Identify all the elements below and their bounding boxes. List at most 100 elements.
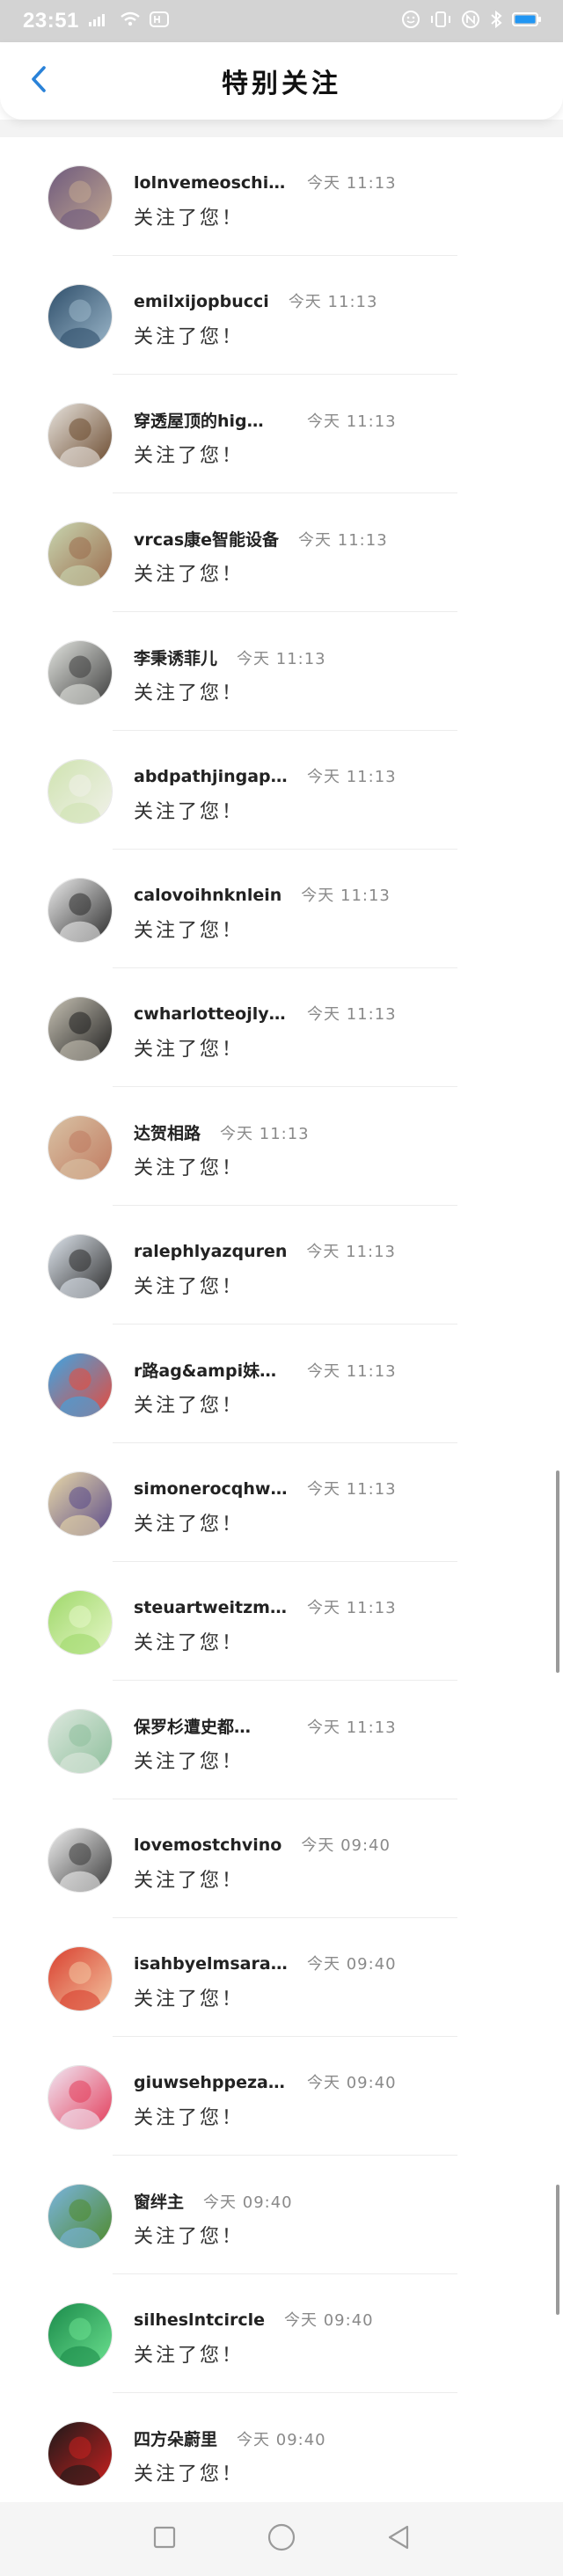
list-item[interactable]: 四方朵蔚里 今天 09:40 关注了您！: [0, 2393, 563, 2512]
timestamp: 今天 09:40: [307, 2074, 397, 2092]
username[interactable]: lovemostchvino: [134, 1835, 282, 1855]
timestamp: 今天 11:13: [307, 1362, 397, 1381]
username[interactable]: giuwsehppezanotti: [134, 2073, 288, 2092]
list-item[interactable]: cwharlotteojlym… 今天 11:13 关注了您！: [0, 968, 563, 1087]
list-item[interactable]: isahbyelmsarajtnt 今天 09:40 关注了您！: [0, 1918, 563, 2037]
avatar[interactable]: [48, 1115, 113, 1180]
notification-message: 关注了您！: [134, 920, 245, 942]
username[interactable]: 窗绊主: [134, 2189, 184, 2213]
notification-message: 关注了您！: [134, 564, 245, 586]
username[interactable]: cwharlotteojlym…: [134, 1004, 288, 1024]
username[interactable]: 四方朵蔚里: [134, 2426, 217, 2450]
follow-list: lolnvemeoschino 今天 11:13 关注了您！ emilxijopbuc…: [0, 137, 563, 2512]
timestamp: 今天 11:13: [237, 650, 326, 668]
list-item[interactable]: lovemostchvino 今天 09:40 关注了您！: [0, 1799, 563, 1918]
list-item[interactable]: 李秉诱菲儿 今天 11:13 关注了您！: [0, 612, 563, 731]
timestamp: 今天 11:13: [306, 1243, 397, 1261]
list-item-header: calovoihnknlein 今天 11:13: [134, 883, 391, 906]
notification-message: 关注了您！: [134, 2345, 245, 2367]
list-item[interactable]: simonerocqhwfa 今天 11:13 关注了您！: [0, 1443, 563, 1562]
avatar[interactable]: [48, 1353, 113, 1418]
list-item-header: giuwsehppezanotti 今天 09:40: [134, 2070, 397, 2093]
username[interactable]: simonerocqhwfa: [134, 1479, 288, 1499]
list-item[interactable]: r路ag&ampi妹… 今天 11:13 关注了您！: [0, 1324, 563, 1443]
list-item-header: ralephlyazquren 今天 11:13: [134, 1239, 396, 1262]
list-item[interactable]: ralephlyazquren 今天 11:13 关注了您！: [0, 1206, 563, 1324]
scrollbar-thumb[interactable]: [556, 1470, 559, 1673]
avatar[interactable]: [48, 996, 113, 1062]
notification-message: 关注了您！: [134, 1632, 245, 1654]
notification-message: 关注了您！: [134, 1039, 245, 1061]
username[interactable]: silheslntcircle: [134, 2310, 265, 2330]
timestamp: 今天 09:40: [284, 2311, 374, 2330]
list-item[interactable]: silheslntcircle 今天 09:40 关注了您！: [0, 2274, 563, 2393]
list-item-header: 四方朵蔚里 今天 09:40: [134, 2426, 326, 2450]
timestamp: 今天 11:13: [307, 768, 397, 786]
timestamp: 今天 09:40: [301, 1836, 391, 1855]
recents-button[interactable]: [147, 2521, 182, 2557]
username[interactable]: 保罗杉遭史都…: [134, 1714, 288, 1738]
username[interactable]: 穿透屋顶的hig…: [134, 408, 288, 432]
username[interactable]: abdpathjingapcez: [134, 767, 288, 786]
timestamp: 今天 11:13: [307, 1719, 397, 1737]
username[interactable]: 李秉诱菲儿: [134, 646, 217, 669]
timestamp: 今天 11:13: [307, 1480, 397, 1499]
avatar[interactable]: [48, 2302, 113, 2368]
username[interactable]: isahbyelmsarajtnt: [134, 1954, 288, 1974]
avatar[interactable]: [48, 2065, 113, 2130]
username[interactable]: 达贺相路: [134, 1120, 201, 1144]
username[interactable]: steuartweitzmanuk: [134, 1598, 288, 1617]
signal-icon: [88, 11, 111, 32]
list-item[interactable]: lolnvemeoschino 今天 11:13 关注了您！: [0, 137, 563, 256]
avatar[interactable]: [48, 1828, 113, 1893]
list-item[interactable]: calovoihnknlein 今天 11:13 关注了您！: [0, 850, 563, 968]
timestamp: 今天 11:13: [301, 887, 391, 905]
avatar[interactable]: [48, 1471, 113, 1536]
avatar[interactable]: [48, 1590, 113, 1655]
home-circle-icon: [267, 2522, 296, 2556]
avatar[interactable]: [48, 522, 113, 587]
list-item-header: 李秉诱菲儿 今天 11:13: [134, 646, 326, 669]
list-item-header: 保罗杉遭史都… 今天 11:13: [134, 1714, 397, 1738]
avatar[interactable]: [48, 284, 113, 349]
list-item-header: cwharlotteojlym… 今天 11:13: [134, 1002, 397, 1025]
avatar[interactable]: [48, 1946, 113, 2011]
list-item[interactable]: steuartweitzmanuk 今天 11:13 关注了您！: [0, 1562, 563, 1681]
list-item[interactable]: 窗绊主 今天 09:40 关注了您！: [0, 2156, 563, 2274]
list-item[interactable]: giuwsehppezanotti 今天 09:40 关注了您！: [0, 2037, 563, 2156]
avatar[interactable]: [48, 2184, 113, 2249]
avatar[interactable]: [48, 1709, 113, 1774]
status-time: 23:51: [23, 9, 79, 33]
timestamp: 今天 11:13: [307, 412, 397, 431]
scrollbar-thumb-secondary[interactable]: [556, 2185, 559, 2315]
list-item[interactable]: 达贺相路 今天 11:13 关注了您！: [0, 1087, 563, 1206]
avatar[interactable]: [48, 759, 113, 824]
avatar[interactable]: [48, 403, 113, 468]
notification-message: 关注了您！: [134, 801, 245, 823]
list-item[interactable]: 穿透屋顶的hig… 今天 11:13 关注了您！: [0, 375, 563, 493]
username[interactable]: ralephlyazquren: [134, 1242, 287, 1261]
username[interactable]: emilxijopbucci: [134, 292, 269, 311]
notification-message: 关注了您！: [134, 2463, 245, 2485]
notification-message: 关注了您！: [134, 208, 245, 230]
notification-message: 关注了您！: [134, 1276, 245, 1298]
avatar[interactable]: [48, 165, 113, 230]
username[interactable]: lolnvemeoschino: [134, 173, 288, 193]
avatar[interactable]: [48, 878, 113, 943]
list-item[interactable]: abdpathjingapcez 今天 11:13 关注了您！: [0, 731, 563, 850]
avatar[interactable]: [48, 2421, 113, 2486]
back-button[interactable]: [16, 58, 62, 104]
list-item[interactable]: 保罗杉遭史都… 今天 11:13 关注了您！: [0, 1681, 563, 1799]
username[interactable]: calovoihnknlein: [134, 886, 282, 905]
avatar[interactable]: [48, 1234, 113, 1299]
wifi-icon: [120, 11, 141, 32]
timestamp: 今天 11:13: [307, 1599, 397, 1617]
back-nav-button[interactable]: [381, 2521, 416, 2557]
username[interactable]: vrcas康e智能设备: [134, 527, 279, 551]
avatar[interactable]: [48, 640, 113, 705]
home-button[interactable]: [264, 2521, 299, 2557]
battery-icon: [512, 11, 542, 32]
list-item[interactable]: emilxijopbucci 今天 11:13 关注了您！: [0, 256, 563, 375]
username[interactable]: r路ag&ampi妹…: [134, 1358, 288, 1382]
list-item[interactable]: vrcas康e智能设备 今天 11:13 关注了您！: [0, 493, 563, 612]
